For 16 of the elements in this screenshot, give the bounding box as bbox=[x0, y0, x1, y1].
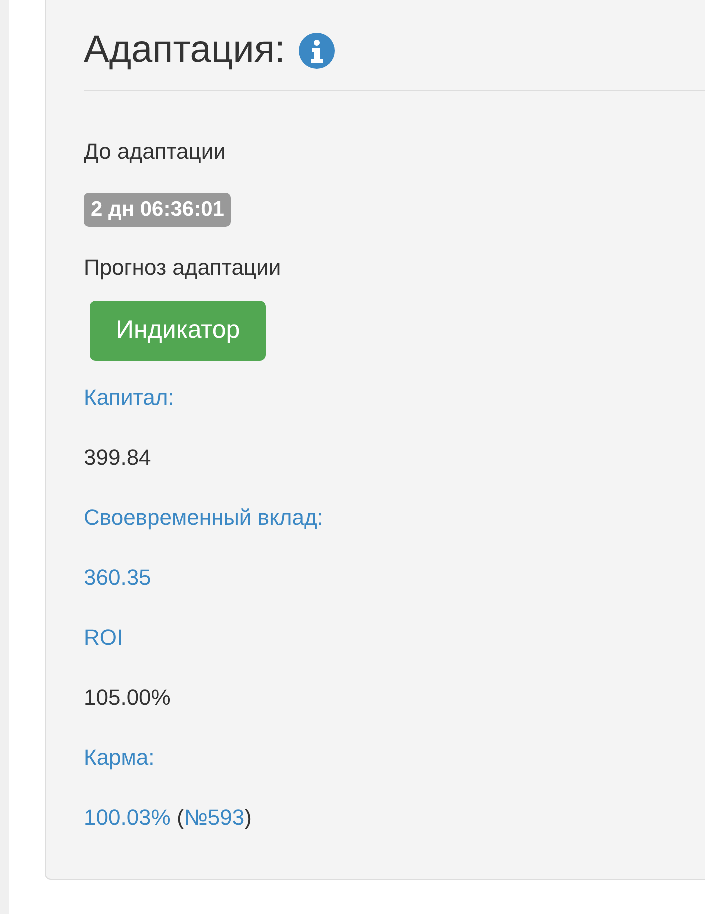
info-text: 399.84 bbox=[84, 444, 152, 472]
indicator-button[interactable]: Индикатор bbox=[90, 300, 266, 361]
info-text: 105.00% bbox=[84, 684, 171, 712]
timer-label: 2 дн 06:36:01 bbox=[84, 192, 232, 227]
info-link[interactable]: Карма: bbox=[84, 744, 155, 805]
info-link[interactable]: ROI bbox=[84, 624, 124, 685]
info-text: До адаптации bbox=[84, 138, 226, 166]
info-text: Прогноз адаптации bbox=[84, 254, 282, 282]
karma-link[interactable]: 100.03% bbox=[84, 804, 171, 830]
panel-title: Адаптация: bbox=[84, 28, 286, 73]
karma-text: 100.03% (№593) bbox=[84, 804, 252, 832]
karma-link[interactable]: №593 bbox=[184, 804, 245, 830]
info-link[interactable]: Капитал: bbox=[84, 384, 174, 445]
info-icon[interactable] bbox=[299, 32, 336, 69]
info-link[interactable]: 360.35 bbox=[84, 564, 152, 625]
info-link[interactable]: Своевременный вклад: bbox=[84, 504, 324, 565]
